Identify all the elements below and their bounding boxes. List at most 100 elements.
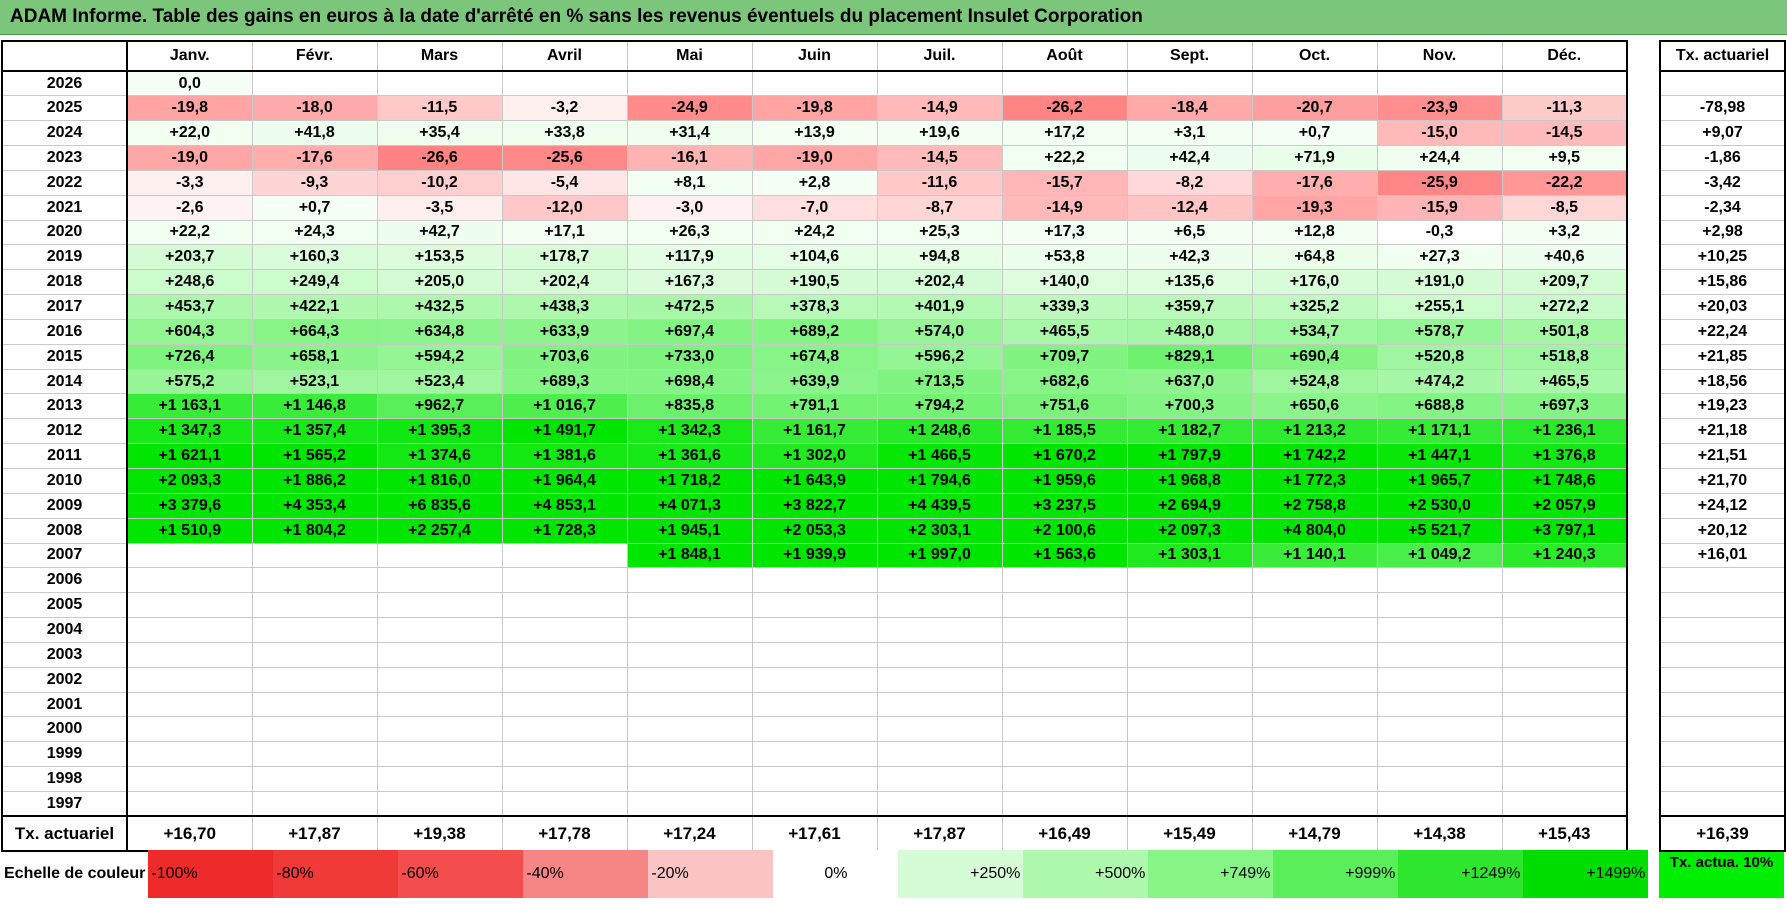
- gain-cell: +534,7: [1251, 318, 1378, 345]
- footer-rate-cell: +15,43: [1501, 815, 1628, 853]
- gain-cell: +22,2: [1001, 145, 1128, 171]
- rate-cell: +21,70: [1659, 468, 1786, 494]
- gain-cell: +3 797,1: [1501, 517, 1628, 544]
- gain-cell: +359,7: [1126, 294, 1253, 320]
- gain-cell: [1126, 70, 1253, 97]
- gain-cell: -2,6: [126, 194, 253, 221]
- gain-cell: [251, 716, 378, 743]
- gain-cell: -24,9: [626, 95, 753, 122]
- gain-cell: [1376, 691, 1503, 718]
- gain-cell: [1501, 666, 1628, 693]
- gain-cell: +2 093,3: [126, 468, 253, 494]
- gain-cell: +709,7: [1001, 343, 1128, 370]
- gain-cell: +674,8: [751, 343, 878, 370]
- gain-cell: [626, 70, 753, 97]
- gain-cell: [376, 617, 503, 643]
- gain-cell: +690,4: [1251, 343, 1378, 370]
- gain-cell: +0,7: [1251, 120, 1378, 147]
- gain-cell: [1126, 691, 1253, 718]
- year-label: 2008: [1, 517, 128, 544]
- gain-cell: [501, 641, 628, 668]
- table-row: 2006: [1, 567, 1628, 594]
- gain-cell: +791,1: [751, 393, 878, 420]
- month-header: Juin: [751, 40, 878, 72]
- gain-cell: [1501, 592, 1628, 619]
- gain-cell: [501, 766, 628, 792]
- year-label: 1998: [1, 766, 128, 792]
- gain-cell: [1376, 617, 1503, 643]
- gain-cell: [1001, 691, 1128, 718]
- gain-cell: +339,3: [1001, 294, 1128, 320]
- gain-cell: +1 016,7: [501, 393, 628, 420]
- year-label: 2007: [1, 542, 128, 569]
- gain-cell: +35,4: [376, 120, 503, 147]
- gain-cell: +17,3: [1001, 219, 1128, 246]
- gain-cell: +22,2: [126, 219, 253, 246]
- rate-cell: [1659, 691, 1786, 718]
- gain-cell: +40,6: [1501, 244, 1628, 271]
- rate-cell: +15,86: [1659, 269, 1786, 296]
- gain-cell: [1251, 766, 1378, 792]
- gain-cell: [501, 70, 628, 97]
- rate-cell: +21,85: [1659, 343, 1786, 370]
- gain-cell: +190,5: [751, 269, 878, 296]
- gain-cell: +135,6: [1126, 269, 1253, 296]
- gain-cell: +1 049,2: [1376, 542, 1503, 569]
- gain-cell: +41,8: [251, 120, 378, 147]
- gain-cell: +520,8: [1376, 343, 1503, 370]
- gain-cell: +64,8: [1251, 244, 1378, 271]
- gain-cell: [1251, 691, 1378, 718]
- gain-cell: +829,1: [1126, 343, 1253, 370]
- gain-cell: [751, 641, 878, 668]
- gain-cell: [1376, 716, 1503, 743]
- gain-cell: [1251, 592, 1378, 619]
- gain-cell: +1 357,4: [251, 418, 378, 445]
- gain-cell: +8,1: [626, 169, 753, 196]
- gain-cell: +4 853,1: [501, 492, 628, 519]
- gain-cell: -17,6: [1251, 169, 1378, 196]
- gain-cell: +19,6: [876, 120, 1003, 147]
- gain-cell: [501, 741, 628, 768]
- year-label: 2003: [1, 641, 128, 668]
- gain-cell: +682,6: [1001, 368, 1128, 395]
- rate-cell: [1659, 790, 1786, 817]
- gain-cell: [126, 641, 253, 668]
- gain-cell: +518,8: [1501, 343, 1628, 370]
- gain-cell: [1376, 641, 1503, 668]
- gain-cell: +634,8: [376, 318, 503, 345]
- table-row: 2015 +726,4 +658,1 +594,2 +703,6 +733,0 +674,8…: [1, 343, 1628, 370]
- gain-cell: +1 510,9: [126, 517, 253, 544]
- gain-cell: +176,0: [1251, 269, 1378, 296]
- gain-cell: [376, 691, 503, 718]
- year-label: 2010: [1, 468, 128, 494]
- gain-cell: +31,4: [626, 120, 753, 147]
- gain-cell: +17,2: [1001, 120, 1128, 147]
- table-row: 2008 +1 510,9 +1 804,2 +2 257,4 +1 728,3 +1 9…: [1, 517, 1628, 544]
- gain-cell: [1001, 641, 1128, 668]
- gain-cell: +703,6: [501, 343, 628, 370]
- gain-cell: +697,3: [1501, 393, 1628, 420]
- rate-cell: +18,56: [1659, 368, 1786, 395]
- scale-swatch: +1249%: [1398, 850, 1524, 898]
- footer-rate-cell: +16,70: [126, 815, 253, 853]
- gain-cell: +1 794,6: [876, 468, 1003, 494]
- rate-cell: -2,34: [1659, 194, 1786, 221]
- gain-cell: [1376, 741, 1503, 768]
- gain-cell: -15,0: [1376, 120, 1503, 147]
- gain-cell: [751, 766, 878, 792]
- year-label: 1997: [1, 790, 128, 817]
- gain-cell: [251, 592, 378, 619]
- gain-cell: [1376, 70, 1503, 97]
- gain-cell: -19,0: [751, 145, 878, 171]
- gain-cell: [876, 691, 1003, 718]
- month-header: Déc.: [1501, 40, 1628, 72]
- gain-cell: +2 303,1: [876, 517, 1003, 544]
- year-label: 2001: [1, 691, 128, 718]
- gain-cell: +27,3: [1376, 244, 1503, 271]
- gain-cell: [376, 790, 503, 817]
- gain-cell: +0,7: [251, 194, 378, 221]
- gain-cell: [1126, 666, 1253, 693]
- gain-cell: -16,1: [626, 145, 753, 171]
- gain-cell: -8,5: [1501, 194, 1628, 221]
- gain-cell: +488,0: [1126, 318, 1253, 345]
